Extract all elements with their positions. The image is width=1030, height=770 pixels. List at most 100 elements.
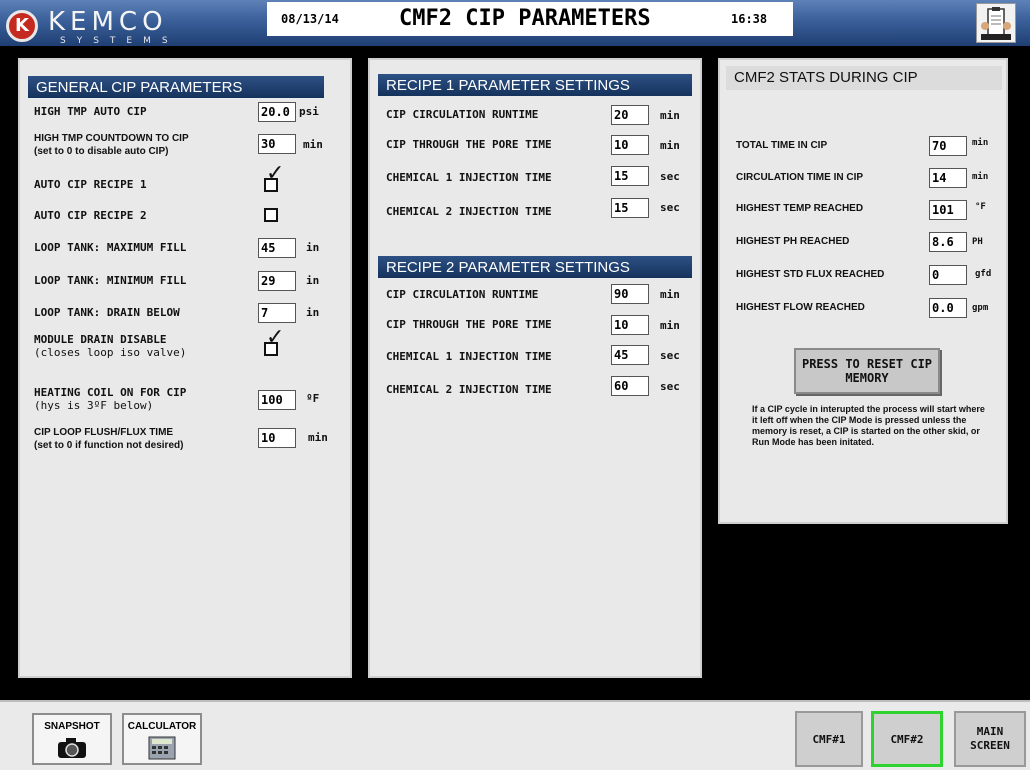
auto-cip-recipe-2-checkbox[interactable] — [264, 208, 278, 222]
high-tmp-auto-cip-field[interactable]: 20.0 — [258, 102, 296, 122]
stats-row-label: HIGHEST PH REACHED — [736, 236, 850, 247]
kemco-logo: K KEMCO SYSTEMS — [4, 4, 194, 46]
cmf2-label: CMF#2 — [890, 733, 924, 746]
unit-label: in — [306, 241, 320, 254]
unit-label: gpm — [972, 303, 989, 313]
unit-label: min — [972, 138, 989, 148]
calculator-label: CALCULATOR — [127, 721, 197, 732]
highest-std-flux-value: 0 — [929, 265, 967, 285]
unit-label: in — [306, 274, 320, 287]
unit-label: sec — [660, 380, 680, 393]
unit-label: sec — [660, 201, 680, 214]
general-row-label: AUTO CIP RECIPE 2 — [34, 209, 147, 222]
recipe1-row-label: CHEMICAL 2 INJECTION TIME — [386, 205, 552, 218]
general-row-sublabel: (set to 0 to disable auto CIP) — [34, 146, 169, 157]
general-row-sublabel: (hys is 3ºF below) — [34, 399, 154, 412]
stats-row-label: CIRCULATION TIME IN CIP — [736, 172, 864, 183]
check-mark-icon: ✓ — [266, 325, 285, 350]
heating-coil-setpoint-field[interactable]: 100 — [258, 390, 296, 410]
general-row-label: AUTO CIP RECIPE 1 — [34, 178, 147, 191]
cmf1-label: CMF#1 — [812, 733, 846, 746]
recipe1-pore-time-field[interactable]: 10 — [611, 135, 649, 155]
unit-label: sec — [660, 170, 680, 183]
loop-tank-min-fill-field[interactable]: 29 — [258, 271, 296, 291]
calculator-button[interactable]: CALCULATOR — [122, 713, 202, 765]
general-row-label: LOOP TANK: MINIMUM FILL — [34, 274, 187, 287]
header-date: 08/13/14 — [267, 2, 367, 36]
recipe2-pore-time-field[interactable]: 10 — [611, 315, 649, 335]
recipe1-row-label: CHEMICAL 1 INJECTION TIME — [386, 171, 552, 184]
recipe1-circulation-runtime-field[interactable]: 20 — [611, 105, 649, 125]
recipe-1-title: RECIPE 1 PARAMETER SETTINGS — [378, 74, 692, 96]
cmf1-nav-button[interactable]: CMF#1 — [795, 711, 863, 767]
recipe-2-title: RECIPE 2 PARAMETER SETTINGS — [378, 256, 692, 278]
check-mark-icon: ✓ — [266, 161, 285, 186]
calculator-icon — [148, 736, 176, 760]
recipe-panel — [368, 58, 702, 678]
stats-title: CMF2 STATS DURING CIP — [726, 66, 1002, 90]
recipe2-row-label: CHEMICAL 2 INJECTION TIME — [386, 383, 552, 396]
general-row-label: HIGH TMP AUTO CIP — [34, 105, 147, 118]
unit-label: PH — [972, 237, 983, 247]
unit-label: °F — [975, 202, 986, 212]
cmf2-nav-button[interactable]: CMF#2 — [871, 711, 943, 767]
stats-row-label: HIGHEST FLOW REACHED — [736, 302, 865, 313]
unit-label: min — [660, 319, 680, 332]
clipboard-icon[interactable] — [976, 3, 1016, 43]
highest-temp-value: 101 — [929, 200, 967, 220]
loop-tank-max-fill-field[interactable]: 45 — [258, 238, 296, 258]
highest-flow-value: 0.0 — [929, 298, 967, 318]
unit-label: min — [972, 172, 989, 182]
header-bar: K KEMCO SYSTEMS 08/13/14 CMF2 CIP PARAME… — [0, 0, 1030, 46]
loop-flush-time-field[interactable]: 10 — [258, 428, 296, 448]
recipe1-chem1-injection-field[interactable]: 15 — [611, 166, 649, 186]
unit-label: ºF — [306, 392, 320, 405]
stats-row-label: HIGHEST TEMP REACHED — [736, 203, 864, 214]
recipe2-chem2-injection-field[interactable]: 60 — [611, 376, 649, 396]
unit-label: min — [308, 431, 328, 444]
unit-label: min — [660, 288, 680, 301]
general-row-label: LOOP TANK: DRAIN BELOW — [34, 306, 180, 319]
recipe2-circulation-runtime-field[interactable]: 90 — [611, 284, 649, 304]
logo-main-text: KEMCO — [48, 7, 168, 37]
unit-label: sec — [660, 349, 680, 362]
countdown-to-cip-field[interactable]: 30 — [258, 134, 296, 154]
camera-icon — [58, 738, 86, 758]
kemco-logo-mark: K — [6, 10, 38, 42]
total-time-in-cip-value: 70 — [929, 136, 967, 156]
general-row-label: LOOP TANK: MAXIMUM FILL — [34, 241, 187, 254]
recipe2-row-label: CIP CIRCULATION RUNTIME — [386, 288, 539, 301]
unit-label: in — [306, 306, 320, 319]
header-time: 16:38 — [709, 2, 793, 36]
stats-panel — [718, 58, 1008, 524]
circulation-time-value: 14 — [929, 168, 967, 188]
page-title: CMF2 CIP PARAMETERS — [367, 2, 709, 36]
stats-row-label: TOTAL TIME IN CIP — [736, 140, 828, 151]
recipe2-row-label: CHEMICAL 1 INJECTION TIME — [386, 350, 552, 363]
highest-ph-value: 8.6 — [929, 232, 967, 252]
stats-row-label: HIGHEST STD FLUX REACHED — [736, 269, 885, 280]
recipe1-row-label: CIP THROUGH THE PORE TIME — [386, 138, 552, 151]
main-screen-button[interactable]: MAIN SCREEN — [954, 711, 1026, 767]
general-cip-title: GENERAL CIP PARAMETERS — [28, 76, 324, 98]
unit-label: gfd — [975, 269, 992, 279]
unit-label: psi — [299, 105, 319, 118]
recipe1-chem2-injection-field[interactable]: 15 — [611, 198, 649, 218]
reset-cip-memory-button[interactable]: PRESS TO RESET CIP MEMORY — [794, 348, 940, 394]
snapshot-label: SNAPSHOT — [44, 721, 100, 732]
general-row-label: CIP LOOP FLUSH/FLUX TIME — [34, 427, 174, 438]
recipe2-row-label: CIP THROUGH THE PORE TIME — [386, 318, 552, 331]
loop-tank-drain-below-field[interactable]: 7 — [258, 303, 296, 323]
unit-label: min — [660, 139, 680, 152]
recipe2-chem1-injection-field[interactable]: 45 — [611, 345, 649, 365]
main-screen-label: MAIN SCREEN — [970, 725, 1010, 752]
general-row-label: MODULE DRAIN DISABLE — [34, 333, 167, 346]
cip-memory-note: If a CIP cycle in interupted the process… — [752, 404, 985, 447]
unit-label: min — [660, 109, 680, 122]
general-row-label: HIGH TMP COUNTDOWN TO CIP — [34, 133, 189, 144]
snapshot-button[interactable]: SNAPSHOT — [32, 713, 112, 765]
general-row-sublabel: (set to 0 if function not desired) — [34, 440, 184, 451]
general-row-sublabel: (closes loop iso valve) — [34, 346, 187, 359]
general-row-label: HEATING COIL ON FOR CIP — [34, 386, 187, 399]
unit-label: min — [303, 138, 323, 151]
